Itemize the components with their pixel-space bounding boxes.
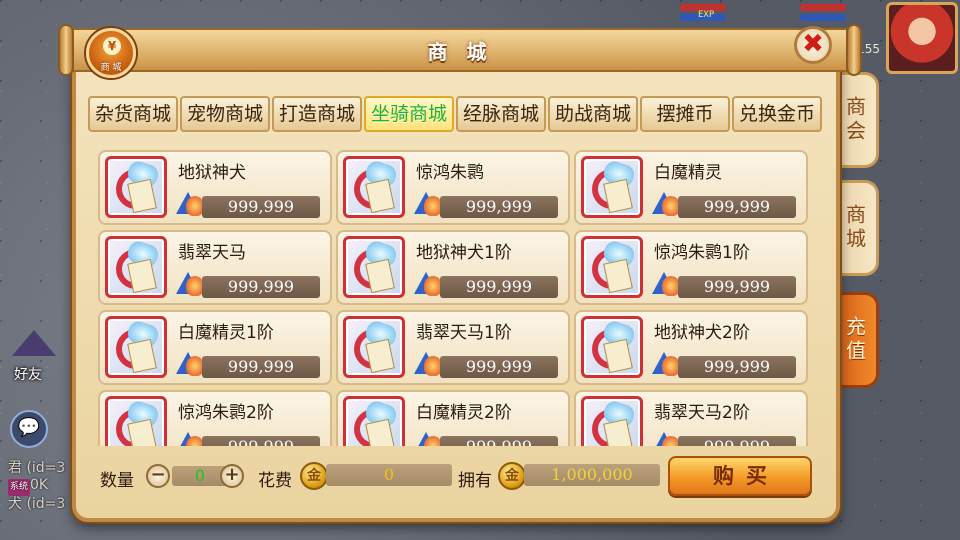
- mount-item-icon[interactable]: [581, 236, 643, 298]
- item-price: 999,999: [440, 276, 558, 298]
- chat-log: 君 (id=3 系统 0K 犬 (id=3: [8, 460, 65, 513]
- item-name: 惊鸿朱鹮1阶: [654, 243, 750, 263]
- purchase-footer: 数量 − 0 + 花费 金 0 拥有 金 1,000,000 购买: [80, 452, 832, 500]
- item-card[interactable]: 翡翠天马1阶 999,999: [336, 310, 570, 385]
- tab-forge-mall[interactable]: 打造商城: [272, 96, 362, 132]
- scroll-end-right: [846, 24, 862, 76]
- cost-value: 0: [326, 464, 452, 486]
- item-card[interactable]: 翡翠天马 999,999: [98, 230, 332, 305]
- item-name: 地狱神犬: [178, 163, 246, 183]
- item-card[interactable]: 白魔精灵1阶 999,999: [98, 310, 332, 385]
- chat-line: 君 (id=3: [8, 460, 66, 476]
- close-icon: ✖: [802, 29, 824, 59]
- friends-button[interactable]: 好友: [6, 330, 58, 390]
- tab-exchange-gold[interactable]: 兑换金币: [732, 96, 822, 132]
- mount-item-icon[interactable]: [581, 316, 643, 378]
- item-price: 999,999: [202, 196, 320, 218]
- item-card[interactable]: 白魔精灵 999,999: [574, 150, 808, 225]
- player-avatar[interactable]: [886, 2, 958, 74]
- item-card[interactable]: 惊鸿朱鹮2阶 999,999: [98, 390, 332, 446]
- pet-hp-bar: [800, 4, 846, 11]
- item-name: 白魔精灵2阶: [416, 403, 512, 423]
- item-name: 惊鸿朱鹮2阶: [178, 403, 274, 423]
- side-tab-label: 充值: [842, 316, 867, 364]
- mount-item-icon[interactable]: [105, 396, 167, 446]
- chat-line-text: 0K: [30, 477, 49, 493]
- item-name: 地狱神犬1阶: [416, 243, 512, 263]
- hat-icon: [12, 330, 56, 356]
- owned-value: 1,000,000: [524, 464, 660, 486]
- item-list[interactable]: 地狱神犬 999,999 惊鸿朱鹮 999,999 白魔精灵 999,999 翡翠天马 999…: [98, 150, 818, 446]
- speech-bubble-icon: 💬: [17, 417, 41, 438]
- tab-assist-mall[interactable]: 助战商城: [548, 96, 638, 132]
- cost-label: 花费: [258, 471, 292, 491]
- quantity-decrease-button[interactable]: −: [146, 464, 170, 488]
- item-name: 白魔精灵: [654, 163, 722, 183]
- mount-item-icon[interactable]: [343, 316, 405, 378]
- mount-item-icon[interactable]: [343, 236, 405, 298]
- tab-meridian-mall[interactable]: 经脉商城: [456, 96, 546, 132]
- item-card[interactable]: 地狱神犬2阶 999,999: [574, 310, 808, 385]
- quantity-label: 数量: [100, 471, 134, 491]
- scroll-end-left: [58, 24, 74, 76]
- item-card[interactable]: 白魔精灵2阶 999,999: [336, 390, 570, 446]
- item-price: 999,999: [678, 276, 796, 298]
- pet-mp-bar: [800, 14, 846, 21]
- buy-button[interactable]: 购买: [668, 456, 812, 496]
- item-name: 翡翠天马: [178, 243, 246, 263]
- close-button[interactable]: ✖: [794, 26, 832, 64]
- item-card[interactable]: 地狱神犬 999,999: [98, 150, 332, 225]
- side-tab-label: 商城: [842, 204, 867, 252]
- tab-mount-mall[interactable]: 坐骑商城: [364, 96, 454, 132]
- item-name: 翡翠天马2阶: [654, 403, 750, 423]
- item-price: 999,999: [678, 356, 796, 378]
- money-bag-icon: ¥: [103, 37, 121, 55]
- mount-item-icon[interactable]: [105, 316, 167, 378]
- quantity-increase-button[interactable]: +: [220, 464, 244, 488]
- mount-item-icon[interactable]: [105, 156, 167, 218]
- item-price: 999,999: [440, 356, 558, 378]
- owned-label: 拥有: [458, 471, 492, 491]
- item-price: 999,999: [678, 196, 796, 218]
- tab-pet-mall[interactable]: 宠物商城: [180, 96, 270, 132]
- item-price: 999,999: [202, 356, 320, 378]
- tab-stall-coin[interactable]: 摆摊币: [640, 96, 730, 132]
- item-card[interactable]: 惊鸿朱鹮 999,999: [336, 150, 570, 225]
- item-card[interactable]: 地狱神犬1阶 999,999: [336, 230, 570, 305]
- item-card[interactable]: 惊鸿朱鹮1阶 999,999: [574, 230, 808, 305]
- item-price: 999,999: [678, 436, 796, 446]
- item-grid: 地狱神犬 999,999 惊鸿朱鹮 999,999 白魔精灵 999,999 翡翠天马 999…: [98, 150, 818, 446]
- gold-coin-icon: 金: [300, 462, 328, 490]
- friends-label: 好友: [14, 367, 42, 383]
- page-title: 商 城: [427, 40, 493, 64]
- item-name: 地狱神犬2阶: [654, 323, 750, 343]
- chat-line: 犬 (id=3: [8, 496, 66, 512]
- shop-emblem: ¥ 商 城: [86, 28, 136, 78]
- system-tag: 系统: [8, 479, 31, 496]
- mount-item-icon[interactable]: [105, 236, 167, 298]
- item-price: 999,999: [202, 276, 320, 298]
- mount-item-icon[interactable]: [343, 396, 405, 446]
- item-price: 999,999: [202, 436, 320, 446]
- tab-grocery-mall[interactable]: 杂货商城: [88, 96, 178, 132]
- item-price: 999,999: [440, 436, 558, 446]
- mount-item-icon[interactable]: [581, 396, 643, 446]
- item-name: 翡翠天马1阶: [416, 323, 512, 343]
- exp-label: EXP: [698, 10, 715, 20]
- category-tabs: 杂货商城 宠物商城 打造商城 坐骑商城 经脉商城 助战商城 摆摊币 兑换金币: [88, 96, 822, 132]
- chat-line: 系统 0K: [8, 477, 65, 496]
- item-name: 白魔精灵1阶: [178, 323, 274, 343]
- item-card[interactable]: 翡翠天马2阶 999,999: [574, 390, 808, 446]
- side-tab-label: 商会: [842, 96, 867, 144]
- emblem-label: 商 城: [100, 63, 122, 73]
- item-price: 999,999: [440, 196, 558, 218]
- mount-item-icon[interactable]: [581, 156, 643, 218]
- gold-coin-icon: 金: [498, 462, 526, 490]
- chat-button[interactable]: 💬: [10, 410, 48, 448]
- item-name: 惊鸿朱鹮: [416, 163, 484, 183]
- mount-item-icon[interactable]: [343, 156, 405, 218]
